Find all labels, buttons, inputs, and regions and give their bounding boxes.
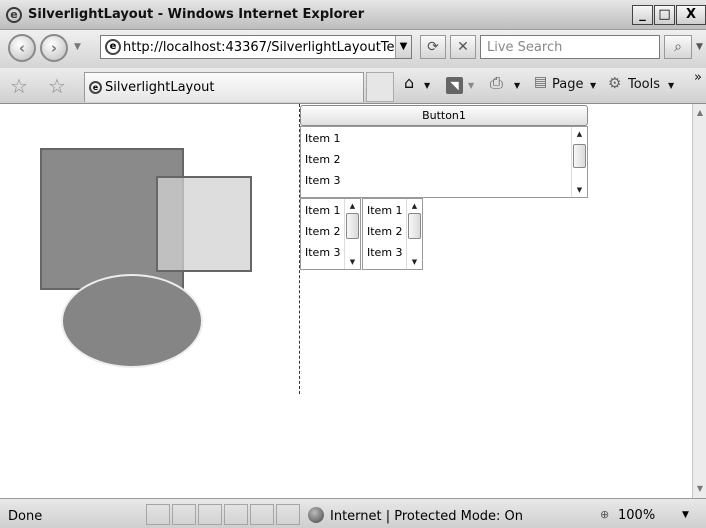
home-icon[interactable]: ⌂ xyxy=(404,73,414,92)
favorites-toolbar: ☆ ☆ e SilverlightLayout ⌂ ▼ ◥ ▼ ⎙ ▼ ▤ Pa… xyxy=(0,68,706,104)
url-text: http://localhost:43367/SilverlightLayout… xyxy=(123,40,395,55)
maximize-button[interactable]: □ xyxy=(654,5,675,25)
close-button[interactable]: X xyxy=(676,5,706,25)
home-dropdown-icon[interactable]: ▼ xyxy=(424,81,430,90)
status-pane xyxy=(276,504,300,525)
security-zone-text[interactable]: Internet | Protected Mode: On xyxy=(330,509,523,524)
tools-dropdown-icon[interactable]: ▼ xyxy=(668,81,674,90)
status-pane xyxy=(172,504,196,525)
address-toolbar: ‹ › ▼ e http://localhost:43367/Silverlig… xyxy=(0,30,706,68)
scroll-thumb[interactable] xyxy=(346,213,359,239)
list-item[interactable]: Item 1 xyxy=(305,132,341,145)
scroll-thumb[interactable] xyxy=(573,144,586,168)
scroll-down-icon[interactable]: ▼ xyxy=(572,184,587,196)
ellipse-shape xyxy=(61,274,203,368)
feeds-icon[interactable]: ◥ xyxy=(446,77,463,94)
page-scrollbar[interactable]: ▲ ▼ xyxy=(692,104,706,498)
status-pane xyxy=(198,504,222,525)
chevron-more-icon[interactable]: » xyxy=(694,70,702,85)
zoom-icon: ⊕ xyxy=(600,508,610,521)
globe-icon xyxy=(308,507,324,523)
favorites-center-icon[interactable]: ☆ xyxy=(10,74,28,98)
gear-icon: ⚙ xyxy=(608,74,622,92)
page-menu-icon: ▤ xyxy=(534,74,548,90)
tools-menu-label: Tools xyxy=(628,77,661,92)
page-menu-button[interactable]: Page xyxy=(552,77,583,92)
tab-page-icon: e xyxy=(89,81,102,94)
address-field[interactable]: e http://localhost:43367/SilverlightLayo… xyxy=(100,35,412,59)
list-item[interactable]: Item 2 xyxy=(367,225,403,238)
stop-button[interactable]: ✕ xyxy=(450,35,476,59)
new-tab-button[interactable] xyxy=(366,72,394,102)
search-button[interactable]: ⌕ xyxy=(664,35,692,59)
listbox-bottom-right[interactable]: Item 1 Item 2 Item 3 ▲ ▼ xyxy=(362,198,423,270)
window-title: SilverlightLayout - Windows Internet Exp… xyxy=(28,7,365,22)
back-button[interactable]: ‹ xyxy=(8,34,36,62)
status-text: Done xyxy=(8,509,43,524)
status-pane xyxy=(146,504,170,525)
print-dropdown-icon[interactable]: ▼ xyxy=(514,81,520,90)
listbox-top[interactable]: Item 1 Item 2 Item 3 ▲ ▼ xyxy=(300,126,588,198)
zoom-level[interactable]: 100% xyxy=(618,508,655,523)
list-item[interactable]: Item 3 xyxy=(367,246,403,259)
tools-menu-button[interactable]: Tools xyxy=(628,77,660,92)
tab-silverlightlayout[interactable]: e SilverlightLayout xyxy=(84,72,364,102)
button1[interactable]: Button1 xyxy=(300,105,588,126)
listbox-top-scrollbar[interactable]: ▲ ▼ xyxy=(571,127,587,197)
list-item[interactable]: Item 1 xyxy=(367,204,403,217)
silverlight-content: Button1 Item 1 Item 2 Item 3 ▲ ▼ Item 1 … xyxy=(0,104,692,498)
listbox-right-scrollbar[interactable]: ▲ ▼ xyxy=(406,199,422,269)
address-dropdown-button[interactable]: ▼ xyxy=(395,36,411,58)
scroll-up-icon[interactable]: ▲ xyxy=(345,200,360,212)
search-options-dropdown-icon[interactable]: ▼ xyxy=(696,42,703,52)
minimize-button[interactable]: _ xyxy=(632,5,653,25)
zoom-dropdown-icon[interactable]: ▼ xyxy=(682,510,689,520)
tab-label: SilverlightLayout xyxy=(105,80,215,95)
status-bar: Done Internet | Protected Mode: On ⊕ 100… xyxy=(0,498,706,528)
search-placeholder: Live Search xyxy=(487,40,563,55)
print-icon[interactable]: ⎙ xyxy=(490,73,503,93)
scroll-thumb[interactable] xyxy=(408,213,421,239)
list-item[interactable]: Item 3 xyxy=(305,174,341,187)
page-menu-label: Page xyxy=(552,77,584,92)
light-square-shape xyxy=(156,176,252,272)
page-dropdown-icon[interactable]: ▼ xyxy=(590,81,596,90)
scroll-down-icon[interactable]: ▼ xyxy=(345,256,360,268)
page-scroll-down-icon[interactable]: ▼ xyxy=(694,482,706,496)
recent-pages-dropdown-icon[interactable]: ▼ xyxy=(74,42,81,52)
ie-logo-icon: e xyxy=(6,7,22,23)
title-bar: e SilverlightLayout - Windows Internet E… xyxy=(0,0,706,30)
list-item[interactable]: Item 3 xyxy=(305,246,341,259)
page-icon: e xyxy=(105,39,121,55)
search-input[interactable]: Live Search xyxy=(480,35,660,59)
list-item[interactable]: Item 2 xyxy=(305,153,341,166)
status-pane xyxy=(250,504,274,525)
add-favorites-icon[interactable]: ☆ xyxy=(48,74,66,98)
listbox-left-scrollbar[interactable]: ▲ ▼ xyxy=(344,199,360,269)
list-item[interactable]: Item 2 xyxy=(305,225,341,238)
list-item[interactable]: Item 1 xyxy=(305,204,341,217)
listbox-bottom-left[interactable]: Item 1 Item 2 Item 3 ▲ ▼ xyxy=(300,198,361,270)
refresh-button[interactable]: ⟳ xyxy=(420,35,446,59)
status-pane xyxy=(224,504,248,525)
page-scroll-up-icon[interactable]: ▲ xyxy=(694,106,706,120)
forward-button[interactable]: › xyxy=(40,34,68,62)
scroll-down-icon[interactable]: ▼ xyxy=(407,256,422,268)
scroll-up-icon[interactable]: ▲ xyxy=(407,200,422,212)
feeds-dropdown-icon[interactable]: ▼ xyxy=(468,81,474,90)
scroll-up-icon[interactable]: ▲ xyxy=(572,128,587,140)
